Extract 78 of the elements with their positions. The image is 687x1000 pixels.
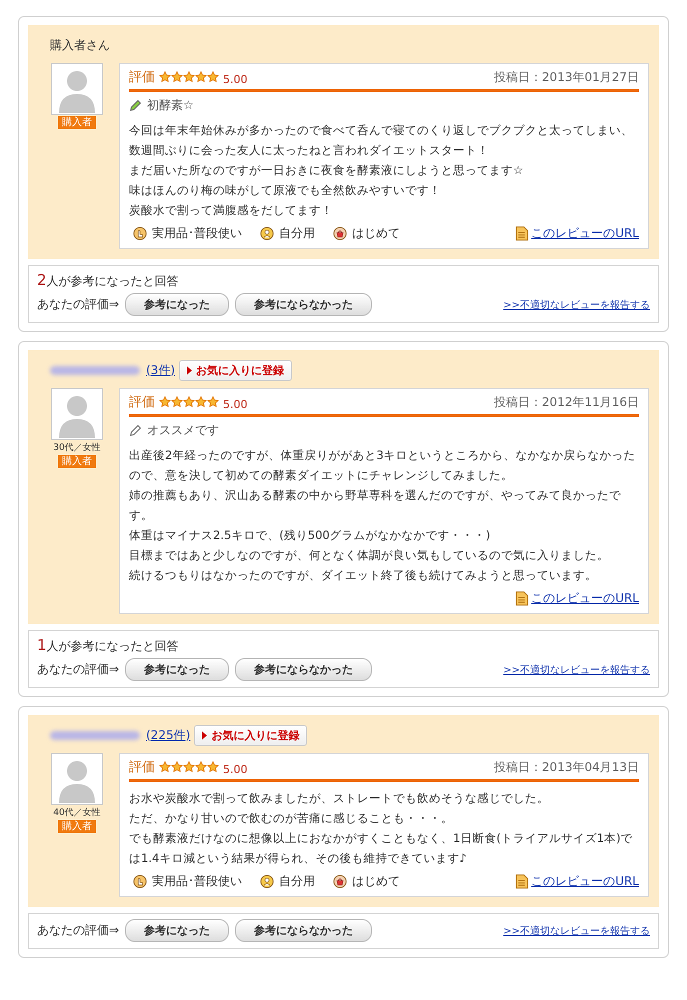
pencil-icon: [129, 99, 142, 112]
helpful-text: 人が参考になったと回答: [46, 273, 179, 290]
review-text: 出産後2年経ったのですが、体重戻りががあと3キロというところから、なかなか戻らなかったので、意を決して初めての酵素ダイエットにチャレンジしてみました。 姉の推薦もあり、沢山ある酵素の中から野草専科を選んだのですが、やってみて良かったです。 体重はマイナス2.5キロで、(残り500グラムがなかなかです・・・) 目標まではあと少しなのですが、何となく体調が良い気もしているので気に入りました。 続けるつもりはなかったのですが、ダイエット終了後も続けてみようと思っています。: [129, 447, 637, 584]
helpful-count: 2: [37, 271, 47, 289]
rating-label: 評価: [129, 759, 155, 776]
rating-score: 5.00: [223, 398, 248, 410]
report-link[interactable]: >>不適切なレビューを報告する: [503, 924, 650, 938]
rating-score: 5.00: [223, 762, 248, 776]
helpful-count: 1: [37, 636, 47, 654]
avatar-icon: [51, 753, 103, 805]
play-icon: [187, 366, 192, 374]
tag-label: はじめて: [352, 872, 400, 890]
reviewer-name: 購入者さん: [50, 36, 110, 54]
buyer-badge: 購入者: [58, 455, 96, 468]
review-url-link[interactable]: このレビューのURL: [531, 224, 639, 242]
document-icon: [515, 590, 530, 606]
vote-button[interactable]: 参考にならなかった: [235, 658, 372, 681]
star-icon: [159, 396, 171, 408]
tag-label: 自分用: [279, 224, 315, 242]
tag-label: はじめて: [352, 224, 400, 242]
buyer-badge: 購入者: [58, 116, 96, 129]
avatar-icon: [51, 63, 103, 115]
tag-label: 自分用: [279, 872, 315, 890]
favorite-button[interactable]: お気に入りに登録: [179, 360, 292, 380]
person-icon: [260, 874, 274, 888]
avatar-icon: [51, 388, 103, 440]
review-count-link[interactable]: (225件): [146, 726, 190, 744]
favorite-button[interactable]: お気に入りに登録: [194, 724, 308, 746]
vote-button[interactable]: 参考になった: [125, 293, 230, 316]
review-title: オススメです: [147, 422, 219, 439]
star-icon: [159, 761, 171, 773]
vote-button[interactable]: 参考になった: [125, 658, 230, 681]
report-link[interactable]: >>不適切なレビューを報告する: [503, 298, 650, 312]
bag-icon: [333, 874, 347, 888]
review-url-link[interactable]: このレビューのURL: [531, 590, 639, 606]
star-icon: [207, 71, 219, 83]
star-icon: [183, 396, 195, 408]
post-date: 投稿日：2013年01月27日: [494, 68, 639, 86]
star-icon: [195, 396, 207, 408]
review-count-link[interactable]: (3件): [146, 362, 175, 378]
your-rating-label: あなたの評価⇒: [37, 922, 120, 939]
play-icon: [202, 730, 208, 740]
rating-score: 5.00: [223, 72, 248, 86]
vote-button[interactable]: 参考にならなかった: [235, 293, 372, 316]
star-icon: [183, 761, 195, 773]
pencil-icon: [129, 424, 142, 437]
rating-label: 評価: [129, 394, 155, 411]
tag-label: 実用品･普段使い: [152, 224, 242, 242]
rating-label: 評価: [129, 69, 155, 86]
star-icon: [207, 396, 219, 408]
star-icon: [183, 71, 195, 83]
vote-button[interactable]: 参考にならなかった: [235, 919, 372, 942]
person-icon: [260, 226, 274, 240]
star-icon: [159, 71, 171, 83]
post-date: 投稿日：2013年04月13日: [494, 758, 639, 776]
review-title: 初酵素☆: [147, 97, 194, 114]
post-date: 投稿日：2012年11月16日: [494, 394, 639, 410]
star-icon: [171, 761, 183, 773]
your-rating-label: あなたの評価⇒: [37, 661, 120, 678]
vote-button[interactable]: 参考になった: [125, 919, 230, 942]
document-icon: [515, 874, 530, 888]
buyer-badge: 購入者: [58, 820, 96, 833]
star-icon: [207, 761, 219, 773]
bag-icon: [333, 226, 347, 240]
review-url-link[interactable]: このレビューのURL: [531, 872, 639, 890]
star-icon: [195, 761, 207, 773]
tag-label: 実用品･普段使い: [152, 872, 242, 890]
helpful-text: 人が参考になったと回答: [46, 638, 179, 655]
report-link[interactable]: >>不適切なレビューを報告する: [503, 662, 650, 676]
star-icon: [171, 396, 183, 408]
age-gender: 30代／女性: [53, 442, 101, 454]
star-icon: [171, 71, 183, 83]
review-text: お水や炭酸水で割って飲みましたが、ストレートでも飲めそうな感じでした。 ただ、かなり甘いので飲むのが苦痛に感じることも・・・。 でも酵素液だけなのに想像以上におなかがすくこともなく、1日断食(トライアルサイズ1本)では1.4キロ減という結果が得られ、その後も維持できています♪: [129, 790, 634, 867]
star-icon: [195, 71, 207, 83]
review-text: 今回は年末年始休みが多かったので食べて呑んで寝てのくり返しでブクブクと太ってしまい、数週間ぶりに会った友人に太ったねと言われダイエットスタート！ まだ届いた所なのですが一日おきに夜食を酵素液にしようと思ってます☆ 味はほんのり梅の味がして原液でも全然飲みやすいです！ 炭酸水で割って満腹感をだしてます！: [129, 122, 634, 219]
your-rating-label: あなたの評価⇒: [37, 296, 120, 313]
document-icon: [515, 226, 530, 240]
age-gender: 40代／女性: [53, 806, 101, 819]
